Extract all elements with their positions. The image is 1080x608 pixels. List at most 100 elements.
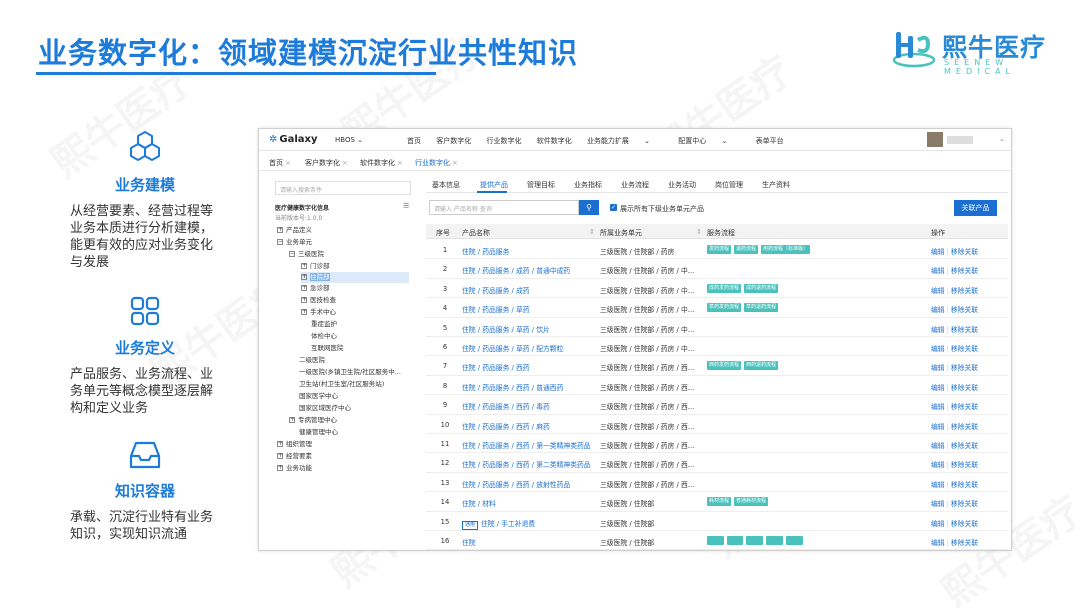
nav-item[interactable]: 配置中心 ⌄ <box>678 137 740 145</box>
col-unit[interactable]: 所属业务单元 ⇕ <box>600 228 702 238</box>
tree-node[interactable]: 互联网医院 <box>311 343 344 354</box>
edit-link[interactable]: 编辑 <box>931 461 945 469</box>
remove-association-link[interactable]: 移除关联 <box>951 481 978 489</box>
sort-icon[interactable]: ⇕ <box>589 228 595 236</box>
remove-association-link[interactable]: 移除关联 <box>951 520 978 528</box>
nav-item[interactable]: 业务能力扩展 ⌄ <box>587 137 663 145</box>
associate-product-button[interactable]: 关联产品 <box>954 200 997 216</box>
remove-association-link[interactable]: 移除关联 <box>951 384 978 392</box>
tree-node[interactable]: − 三级医院 <box>289 249 324 260</box>
remove-association-link[interactable]: 移除关联 <box>951 364 978 372</box>
expand-icon[interactable]: + <box>289 417 295 423</box>
flow-tag[interactable]: 成药退药流程 <box>744 283 779 293</box>
expand-icon[interactable]: + <box>277 441 283 447</box>
tab-products[interactable]: 提供产品 <box>480 180 508 190</box>
remove-association-link[interactable]: 移除关联 <box>951 500 978 508</box>
expand-icon[interactable]: + <box>301 309 307 315</box>
tree-node[interactable]: 重症监护 <box>311 319 337 330</box>
flow-tag[interactable]: 西药发药流程 <box>707 361 742 371</box>
remove-association-link[interactable]: 移除关联 <box>951 345 978 353</box>
flow-tag[interactable] <box>766 536 783 545</box>
product-search-input[interactable]: 请输入 产品名称 查询 <box>429 200 579 215</box>
product-name-link[interactable]: 住院 / 药品服务 / 西药 / 第一类精神类药品 <box>462 440 596 450</box>
edit-link[interactable]: 编辑 <box>931 481 945 489</box>
tree-node[interactable]: + 产品定义 <box>277 225 312 236</box>
product-name-link[interactable]: 住院 / 药品服务 / 西药 / 毒药 <box>462 401 596 411</box>
remove-association-link[interactable]: 移除关联 <box>951 442 978 450</box>
edit-link[interactable]: 编辑 <box>931 267 945 275</box>
page-tab[interactable]: 客户数字化 × <box>305 158 348 168</box>
nav-item[interactable]: 软件数字化 <box>537 137 572 145</box>
edit-link[interactable]: 编辑 <box>931 326 945 334</box>
product-name-link[interactable]: 住院 / 材料 <box>462 498 596 508</box>
close-icon[interactable]: × <box>452 159 458 167</box>
expand-icon[interactable]: + <box>301 285 307 291</box>
remove-association-link[interactable]: 移除关联 <box>951 306 978 314</box>
page-tab[interactable]: 软件数字化 × <box>360 158 403 168</box>
remove-association-link[interactable]: 移除关联 <box>951 267 978 275</box>
flow-tag[interactable]: 耗材流程 <box>707 497 732 507</box>
tree-node[interactable]: + 经营要素 <box>277 451 312 462</box>
tab-metrics[interactable]: 业务指标 <box>574 180 602 190</box>
edit-link[interactable]: 编辑 <box>931 403 945 411</box>
flow-tag[interactable] <box>746 536 764 545</box>
collapse-icon[interactable]: − <box>289 251 295 257</box>
tree-node[interactable]: + 门诊部 <box>301 261 330 272</box>
tree-node[interactable]: 国家区域医疗中心 <box>299 403 351 414</box>
tab-resources[interactable]: 生产资料 <box>762 180 790 190</box>
edit-link[interactable]: 编辑 <box>931 345 945 353</box>
product-name-link[interactable]: 住院 / 药品服务 / 成药 <box>462 285 596 295</box>
tab-activities[interactable]: 业务活动 <box>668 180 696 190</box>
nav-item[interactable]: 客户数字化 <box>436 137 471 145</box>
tree-node[interactable]: + 组织管理 <box>277 439 312 450</box>
collapse-icon[interactable]: − <box>277 239 283 245</box>
edit-link[interactable]: 编辑 <box>931 520 945 528</box>
product-name-link[interactable]: 住院 / 药品服务 / 草药 / 饮片 <box>462 324 596 334</box>
sort-icon[interactable]: ⇕ <box>696 228 702 236</box>
flow-tag[interactable]: 退药流程 <box>734 245 759 254</box>
tree-node[interactable]: 体检中心 <box>311 331 337 342</box>
page-tab[interactable]: 首页 × <box>269 158 291 168</box>
tree-node[interactable]: + 业务功能 <box>277 463 312 474</box>
tree-node[interactable]: + 急诊部 <box>301 283 330 294</box>
brand[interactable]: ✲ Galaxy <box>269 134 318 145</box>
tree-search-input[interactable]: 请输入搜索条件 <box>275 181 411 195</box>
show-all-checkbox[interactable]: ✓ <box>610 204 617 211</box>
tree-node-selected[interactable]: + 住院部 <box>301 272 409 283</box>
chevron-down-icon[interactable]: ⌄ <box>999 135 1005 143</box>
page-tab-active[interactable]: 行业数字化 × <box>415 158 458 168</box>
avatar[interactable] <box>927 132 943 147</box>
nav-item[interactable]: 表单平台 <box>756 137 784 145</box>
tab-goals[interactable]: 管理目标 <box>527 180 555 190</box>
close-icon[interactable]: × <box>285 159 291 167</box>
nav-item[interactable]: 行业数字化 <box>486 137 521 145</box>
close-icon[interactable]: × <box>397 159 403 167</box>
edit-link[interactable]: 编辑 <box>931 364 945 372</box>
flow-tag[interactable]: 发药流程 <box>707 245 732 254</box>
expand-icon[interactable]: + <box>301 263 307 269</box>
remove-association-link[interactable]: 移除关联 <box>951 248 978 256</box>
tree-node[interactable]: 卫生站(村卫生室/社区服务站) <box>299 379 384 390</box>
remove-association-link[interactable]: 移除关联 <box>951 539 978 547</box>
tab-positions[interactable]: 岗位管理 <box>715 180 743 190</box>
edit-link[interactable]: 编辑 <box>931 500 945 508</box>
flow-tag[interactable] <box>726 536 744 545</box>
expand-icon[interactable]: + <box>301 274 307 280</box>
expand-icon[interactable]: + <box>277 465 283 471</box>
product-name-link[interactable]: 住院 / 药品服务 / 西药 / 第二类精神类药品 <box>462 459 596 469</box>
hbos-dropdown[interactable]: HBOS ⌄ <box>335 136 363 144</box>
product-name-link[interactable]: 住院 / 药品服务 / 西药 / 麻药 <box>462 421 596 431</box>
expand-icon[interactable]: + <box>301 297 307 303</box>
nav-item[interactable]: 首页 <box>407 137 421 145</box>
tab-processes[interactable]: 业务流程 <box>621 180 649 190</box>
close-icon[interactable]: × <box>342 159 348 167</box>
tree-node[interactable]: + 手术中心 <box>301 307 336 318</box>
remove-association-link[interactable]: 移除关联 <box>951 423 978 431</box>
product-name-link[interactable]: 住院 / 药品服务 / 草药 / 配方颗粒 <box>462 343 596 353</box>
product-name-link[interactable]: 住院 / 药品服务 / 草药 <box>462 304 596 314</box>
flow-tag[interactable]: 草药退药流程 <box>744 303 779 313</box>
edit-link[interactable]: 编辑 <box>931 306 945 314</box>
edit-link[interactable]: 编辑 <box>931 248 945 256</box>
product-name-link[interactable]: 住院 / 药品服务 / 西药 <box>462 362 596 372</box>
product-name-link[interactable]: 住院 / 药品服务 / 西药 / 放射性药品 <box>462 479 596 489</box>
